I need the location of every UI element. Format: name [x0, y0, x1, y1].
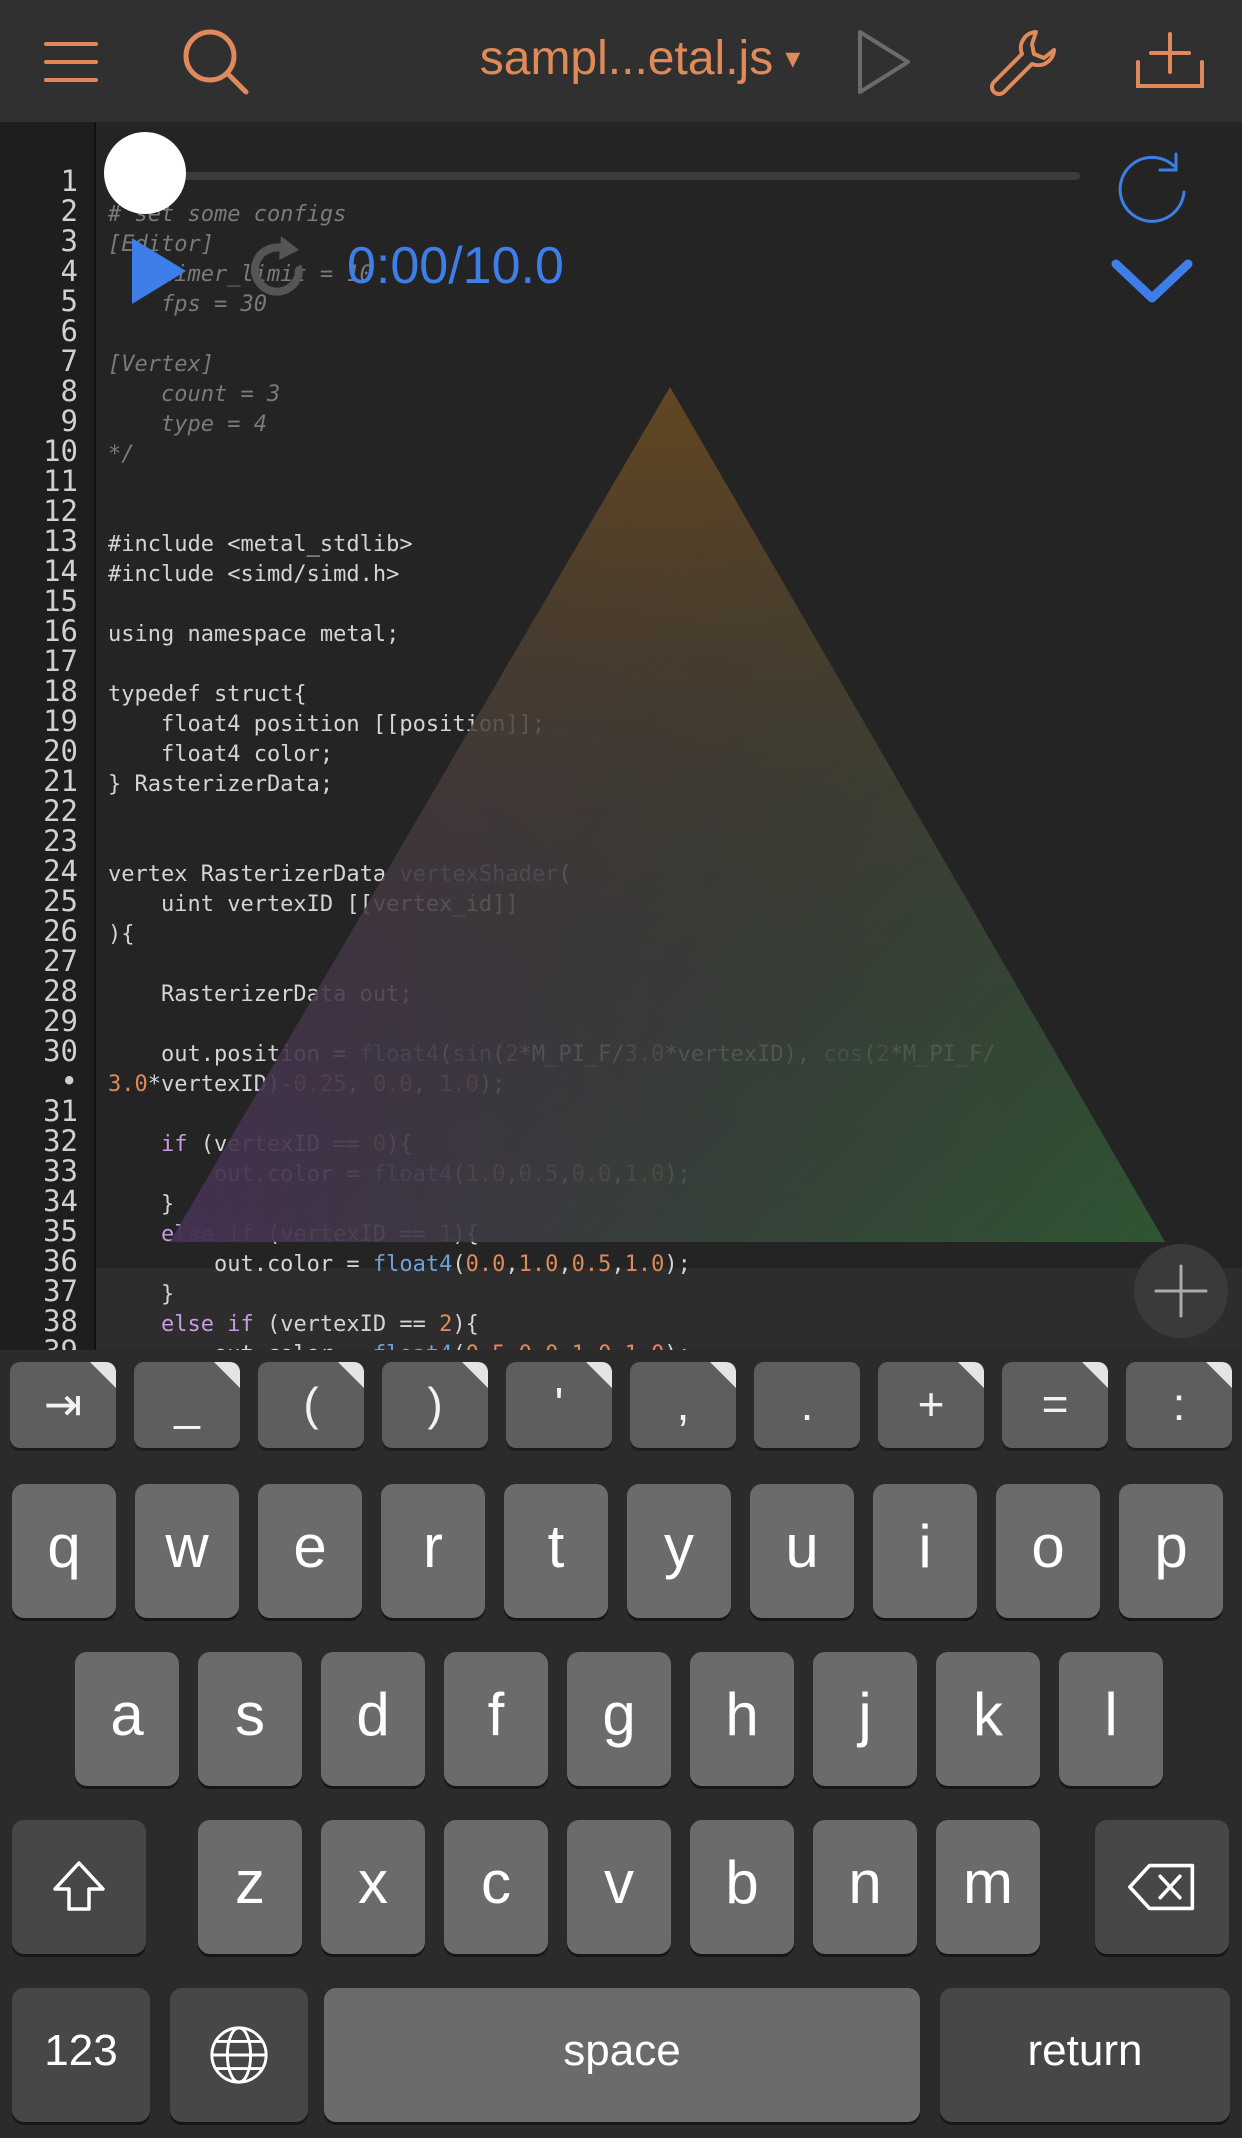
accessory-key-bar: ⇥ _ ( ) ' , . + = : — [0, 1350, 1242, 1458]
code-line-26: ){ — [108, 922, 135, 947]
timeline-scrubber-knob[interactable] — [104, 132, 186, 214]
code-line-16: using namespace metal; — [108, 622, 400, 647]
code-line-18: typedef struct{ — [108, 682, 307, 707]
key-v[interactable]: v — [567, 1820, 671, 1954]
shift-key[interactable] — [12, 1820, 146, 1954]
accessory-key-comma[interactable]: , — [630, 1362, 736, 1448]
key-b[interactable]: b — [690, 1820, 794, 1954]
code-line-13: #include <metal_stdlib> — [108, 532, 413, 557]
line-number-gutter: 1 2 3 4 5 6 7 8 9 10 11 12 13 14 15 16 1… — [0, 122, 96, 1350]
playback-time: 0:00/10.0 — [347, 237, 564, 295]
accessory-key-open-paren[interactable]: ( — [258, 1362, 364, 1448]
globe-key[interactable] — [170, 1988, 308, 2122]
file-title-text: sampl...etal.js — [479, 32, 774, 85]
key-h[interactable]: h — [690, 1652, 794, 1786]
hamburger-menu-icon[interactable] — [32, 22, 112, 102]
globe-icon — [210, 2026, 268, 2084]
accessory-key-colon[interactable]: : — [1126, 1362, 1232, 1448]
code-line-33: out.color = float4(1.0,0.5,0.0,1.0); — [108, 1162, 691, 1187]
play-icon[interactable] — [128, 234, 190, 308]
key-l[interactable]: l — [1059, 1652, 1163, 1786]
code-line-7: [Vertex] — [108, 352, 214, 377]
key-q[interactable]: q — [12, 1484, 116, 1618]
key-c[interactable]: c — [444, 1820, 548, 1954]
key-f[interactable]: f — [444, 1652, 548, 1786]
code-line-20: float4 color; — [108, 742, 334, 767]
code-line-35: else if (vertexID == 1){ — [160, 1222, 479, 1247]
return-key[interactable]: return — [940, 1988, 1230, 2122]
code-line-34: } — [108, 1192, 175, 1217]
code-line-36: out.color = float4(0.0,1.0,0.5,1.0); — [108, 1252, 691, 1277]
accessory-key-underscore[interactable]: _ — [134, 1362, 240, 1448]
key-o[interactable]: o — [996, 1484, 1100, 1618]
key-m[interactable]: m — [936, 1820, 1040, 1954]
chevron-down-icon: ▾ — [785, 42, 801, 75]
code-line-21: } RasterizerData; — [108, 772, 334, 797]
code-line-14: #include <simd/simd.h> — [108, 562, 400, 587]
key-i[interactable]: i — [873, 1484, 977, 1618]
key-a[interactable]: a — [75, 1652, 179, 1786]
key-w[interactable]: w — [135, 1484, 239, 1618]
accessory-key-plus[interactable]: + — [878, 1362, 984, 1448]
code-line-8: count = 3 — [108, 382, 281, 407]
space-key[interactable]: space — [324, 1988, 920, 2122]
shift-icon — [53, 1861, 105, 1911]
timeline-track[interactable] — [150, 172, 1080, 180]
key-y[interactable]: y — [627, 1484, 731, 1618]
code-editor[interactable]: 1 2 3 4 5 6 7 8 9 10 11 12 13 14 15 16 1… — [0, 122, 1242, 1350]
key-p[interactable]: p — [1119, 1484, 1223, 1618]
key-d[interactable]: d — [321, 1652, 425, 1786]
play-icon[interactable] — [842, 22, 922, 102]
key-r[interactable]: r — [381, 1484, 485, 1618]
key-s[interactable]: s — [198, 1652, 302, 1786]
file-title-dropdown[interactable]: sampl...etal.js ▾ — [430, 0, 850, 122]
code-line-28: RasterizerData out; — [108, 982, 413, 1007]
delete-backspace-icon — [1128, 1863, 1195, 1911]
key-n[interactable]: n — [813, 1820, 917, 1954]
search-icon[interactable] — [176, 22, 256, 102]
accessory-key-tab[interactable]: ⇥ — [10, 1362, 116, 1448]
add-button[interactable] — [1134, 1244, 1228, 1338]
key-x[interactable]: x — [321, 1820, 425, 1954]
code-line-39: out.color = float4(0.5,0.0,1.0,1.0); — [108, 1342, 691, 1350]
code-line-25: uint vertexID [[vertex_id]] — [108, 892, 519, 917]
accessory-key-equals[interactable]: = — [1002, 1362, 1108, 1448]
code-line-37: } — [108, 1282, 175, 1307]
accessory-key-quote[interactable]: ' — [506, 1362, 612, 1448]
key-g[interactable]: g — [567, 1652, 671, 1786]
code-line-30-wrap: 3.0*vertexID)-0.25, 0.0, 1.0); — [108, 1072, 506, 1097]
software-keyboard: q w e r t y u i o p a s d f g h j k l z … — [0, 1458, 1242, 2138]
top-toolbar: sampl...etal.js ▾ — [0, 0, 1242, 123]
code-line-9: type = 4 — [108, 412, 267, 437]
plus-icon — [1154, 1264, 1208, 1318]
key-t[interactable]: t — [504, 1484, 608, 1618]
delete-key[interactable] — [1095, 1820, 1229, 1954]
key-k[interactable]: k — [936, 1652, 1040, 1786]
code-line-19: float4 position [[position]]; — [108, 712, 546, 737]
numbers-key[interactable]: 123 — [12, 1988, 150, 2122]
code-line-10: */ — [108, 442, 135, 467]
key-z[interactable]: z — [198, 1820, 302, 1954]
chevron-down-icon[interactable] — [1110, 252, 1194, 312]
code-line-30: out.position = float4(sin(2*M_PI_F/3.0*v… — [108, 1042, 996, 1067]
add-to-tray-icon[interactable] — [1130, 22, 1210, 102]
wrench-icon[interactable] — [984, 22, 1064, 102]
reload-icon[interactable] — [245, 230, 311, 308]
line-numbers: 1 2 3 4 5 6 7 8 9 10 11 12 13 14 15 16 1… — [43, 164, 78, 1350]
refresh-icon[interactable] — [1112, 148, 1196, 232]
accessory-key-period[interactable]: . — [754, 1362, 860, 1448]
code-line-38: else if (vertexID == 2){ — [160, 1312, 479, 1337]
key-e[interactable]: e — [258, 1484, 362, 1618]
accessory-key-close-paren[interactable]: ) — [382, 1362, 488, 1448]
code-line-24: vertex RasterizerData vertexShader( — [108, 862, 572, 887]
key-j[interactable]: j — [813, 1652, 917, 1786]
code-content[interactable]: # set some configs [Editor] timer_limit … — [108, 200, 1208, 1350]
code-line-32: if (vertexID == 0){ — [160, 1132, 413, 1157]
key-u[interactable]: u — [750, 1484, 854, 1618]
